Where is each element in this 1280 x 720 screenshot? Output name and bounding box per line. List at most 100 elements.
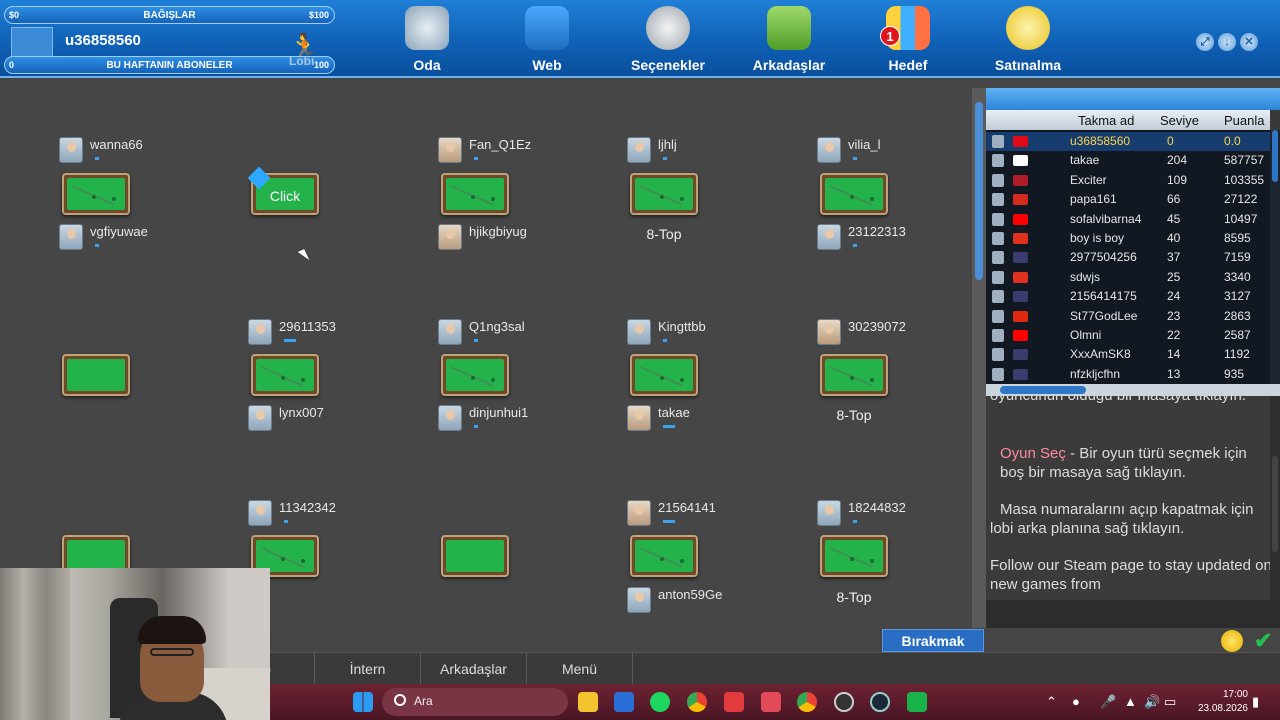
- player-avatar: [627, 319, 651, 345]
- chat-text: Masa numaralarını açıp kapatmak için lob…: [990, 501, 1254, 537]
- player-list-level: 40: [1167, 231, 1181, 245]
- pool-table[interactable]: [251, 354, 319, 396]
- player-list-level: 0: [1167, 134, 1174, 148]
- player-list-row[interactable]: takae 204 587757: [986, 151, 1270, 170]
- nav-options[interactable]: Seçenekler: [613, 0, 723, 78]
- pool-table[interactable]: [820, 354, 888, 396]
- chrome-icon[interactable]: [797, 692, 817, 712]
- flag-icon: [1013, 310, 1028, 322]
- file-explorer-icon[interactable]: [578, 692, 598, 712]
- chrome-icon[interactable]: [687, 692, 707, 712]
- smiley-icon[interactable]: [1221, 630, 1243, 652]
- store-icon[interactable]: [614, 692, 634, 712]
- col-level[interactable]: Seviye: [1160, 113, 1199, 128]
- player-list-hscrollbar[interactable]: [986, 384, 1280, 396]
- pool-game-icon[interactable]: [907, 692, 927, 712]
- flag-icon: [1013, 271, 1028, 283]
- player-list-row[interactable]: XxxAmSK8 14 1192: [986, 345, 1270, 364]
- player-list-points: 1192: [1224, 347, 1250, 362]
- volume-icon[interactable]: 🔊: [1144, 694, 1160, 710]
- clock[interactable]: 17:00 23.08.2026: [1188, 688, 1248, 716]
- scroll-thumb[interactable]: [1272, 130, 1278, 182]
- minimize-icon[interactable]: ↓: [1218, 33, 1236, 51]
- player-list-row[interactable]: sdwjs 25 3340: [986, 268, 1270, 287]
- nav-friends[interactable]: Arkadaşlar: [734, 0, 844, 78]
- windows-start-icon[interactable]: [353, 692, 373, 712]
- tab-menu[interactable]: Menü: [527, 653, 633, 685]
- scroll-thumb[interactable]: [975, 102, 983, 280]
- nav-goal[interactable]: 1 Hedef: [853, 0, 963, 78]
- steam-icon[interactable]: [870, 692, 890, 712]
- tab-friends[interactable]: Arkadaşlar: [421, 653, 527, 685]
- player-type-icon: [992, 309, 1004, 323]
- fullscreen-icon[interactable]: ⤢: [1196, 33, 1214, 51]
- close-icon[interactable]: ✕: [1240, 33, 1258, 51]
- player-list-points: 27122: [1224, 192, 1258, 207]
- app-icon[interactable]: [761, 692, 781, 712]
- col-points[interactable]: Puanla: [1224, 113, 1264, 128]
- player-avatar: [438, 319, 462, 345]
- tab-intern[interactable]: İntern: [315, 653, 421, 685]
- level-bar: [284, 520, 288, 523]
- pool-table[interactable]: [62, 173, 130, 215]
- app-icon[interactable]: [724, 692, 744, 712]
- col-nickname[interactable]: Takma ad: [1078, 113, 1134, 128]
- checkmark-icon[interactable]: ✔: [1254, 628, 1272, 654]
- player-avatar: [817, 319, 841, 345]
- player-list-row[interactable]: sofalvibarna4 45 10497: [986, 210, 1270, 229]
- pool-table[interactable]: [630, 535, 698, 577]
- battery-icon[interactable]: ▭: [1164, 694, 1176, 710]
- pool-table[interactable]: [630, 354, 698, 396]
- game-mode-label: 8-Top: [836, 407, 872, 423]
- donations-bar: $0 BAĞIŞLAR $100: [4, 6, 335, 24]
- taskbar-search[interactable]: Ara: [382, 688, 568, 716]
- pool-table[interactable]: [62, 354, 130, 396]
- player-list-row[interactable]: 2156414175 24 3127: [986, 287, 1270, 306]
- microphone-icon[interactable]: 🎤: [1100, 694, 1116, 710]
- player-list-level: 24: [1167, 289, 1181, 304]
- player-list-points: 3127: [1224, 289, 1251, 304]
- player-list-name: takae: [1070, 153, 1100, 168]
- flag-icon: [1013, 233, 1028, 244]
- player-type-icon: [992, 232, 1004, 245]
- level-bar: [95, 244, 99, 247]
- player-list-row[interactable]: u36858560 0 0.0: [986, 132, 1270, 151]
- player-list-name: XxxAmSK8: [1070, 347, 1131, 362]
- notification-icon[interactable]: ▮: [1252, 694, 1259, 710]
- chevron-up-icon[interactable]: ⌃: [1046, 694, 1057, 710]
- scroll-thumb[interactable]: [1272, 456, 1278, 552]
- spotify-icon[interactable]: [650, 692, 670, 712]
- chat-input[interactable]: [986, 600, 1280, 628]
- player-list-row[interactable]: nfzkljcfhn 13 935: [986, 365, 1270, 384]
- pool-table[interactable]: [820, 535, 888, 577]
- player-list-row[interactable]: 2977504256 37 7159: [986, 248, 1270, 267]
- tray-icon[interactable]: ●: [1072, 694, 1080, 709]
- app-icon[interactable]: [834, 692, 854, 712]
- player-list-row[interactable]: Exciter 109 103355: [986, 171, 1270, 190]
- wifi-icon[interactable]: ▲: [1124, 694, 1137, 709]
- player-list-row[interactable]: Olmni 22 2587: [986, 326, 1270, 345]
- pool-table[interactable]: [441, 535, 509, 577]
- leave-button[interactable]: Bırakmak: [882, 629, 984, 652]
- player-list-scrollbar[interactable]: [1270, 130, 1280, 384]
- player-list-row[interactable]: papa161 66 27122: [986, 190, 1270, 209]
- pool-table[interactable]: [441, 354, 509, 396]
- user-info-panel: $0 BAĞIŞLAR $100 u36858560 🏃 0 BU HAFTAN…: [4, 4, 335, 74]
- people-icon: [767, 6, 811, 50]
- pool-table[interactable]: [630, 173, 698, 215]
- nav-room[interactable]: Oda: [372, 0, 482, 78]
- chat-scrollbar[interactable]: [1270, 396, 1280, 600]
- player-list-row[interactable]: St77GodLee 23 2863: [986, 307, 1270, 326]
- nav-purchase[interactable]: Satınalma: [973, 0, 1083, 78]
- player-name: Kingttbb: [658, 319, 706, 334]
- pool-table[interactable]: [441, 173, 509, 215]
- flag-icon: [1013, 349, 1028, 361]
- lobby-scrollbar[interactable]: [972, 88, 986, 628]
- player-avatar: [59, 137, 83, 163]
- pool-table[interactable]: [820, 173, 888, 215]
- level-bar: [663, 157, 667, 160]
- player-name: hjikgbiyug: [469, 224, 527, 239]
- player-list-row[interactable]: boy is boy 40 8595: [986, 229, 1270, 248]
- scroll-thumb[interactable]: [1000, 386, 1086, 394]
- nav-web[interactable]: Web: [492, 0, 602, 78]
